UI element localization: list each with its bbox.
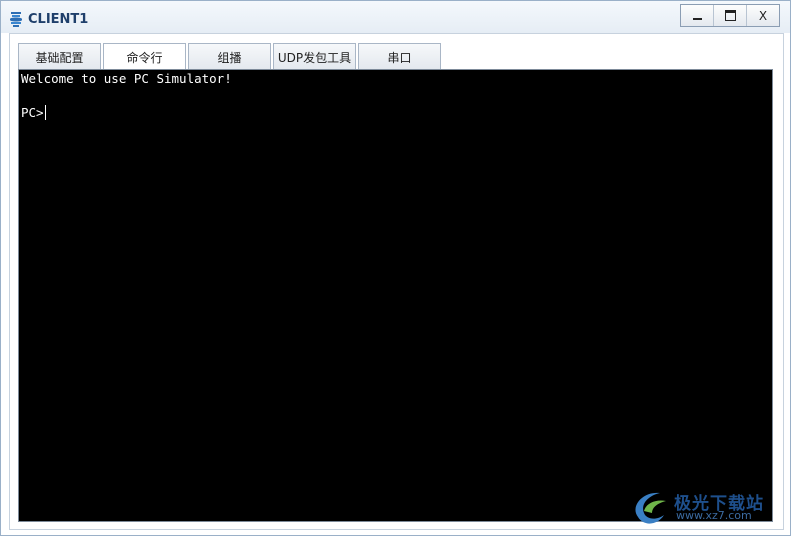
tab-multicast[interactable]: 组播 [188,43,271,70]
maximize-button[interactable] [713,5,746,26]
title-bar[interactable]: CLIENT1 X [1,1,790,33]
tab-label: 组播 [217,50,242,65]
close-icon: X [758,8,768,23]
text-cursor [44,105,46,120]
minimize-icon [692,18,702,20]
tab-udp-tool[interactable]: UDP发包工具 [273,43,356,70]
tab-serial-port[interactable]: 串口 [358,43,441,70]
watermark-swirl-icon [635,492,666,524]
window-title: CLIENT1 [28,12,89,27]
app-window: CLIENT1 X 基础配置 命令行 组播 UDP发包工具 串口 Welcome… [0,0,791,536]
welcome-line: Welcome to use PC Simulator! [21,71,232,86]
watermark-logo: 极光下载站 www.xz7.com [630,487,780,527]
maximize-icon [724,10,736,21]
terminal-console[interactable]: Welcome to use PC Simulator! PC> [18,69,773,522]
prompt-line: PC> [21,104,770,121]
tab-label: UDP发包工具 [277,50,352,65]
watermark-url: www.xz7.com [676,509,752,522]
tab-bar: 基础配置 命令行 组播 UDP发包工具 串口 [18,43,441,71]
minimize-button[interactable] [681,5,713,26]
close-button[interactable]: X [746,5,779,26]
tab-command-line[interactable]: 命令行 [103,43,186,71]
app-icon [10,12,22,27]
tab-basic-config[interactable]: 基础配置 [18,43,101,70]
prompt-text: PC> [21,105,44,120]
tab-label: 命令行 [126,51,163,65]
tab-label: 基础配置 [35,50,84,65]
content-panel: 基础配置 命令行 组播 UDP发包工具 串口 Welcome to use PC… [9,33,784,530]
tab-label: 串口 [387,50,412,65]
window-controls: X [680,4,780,27]
